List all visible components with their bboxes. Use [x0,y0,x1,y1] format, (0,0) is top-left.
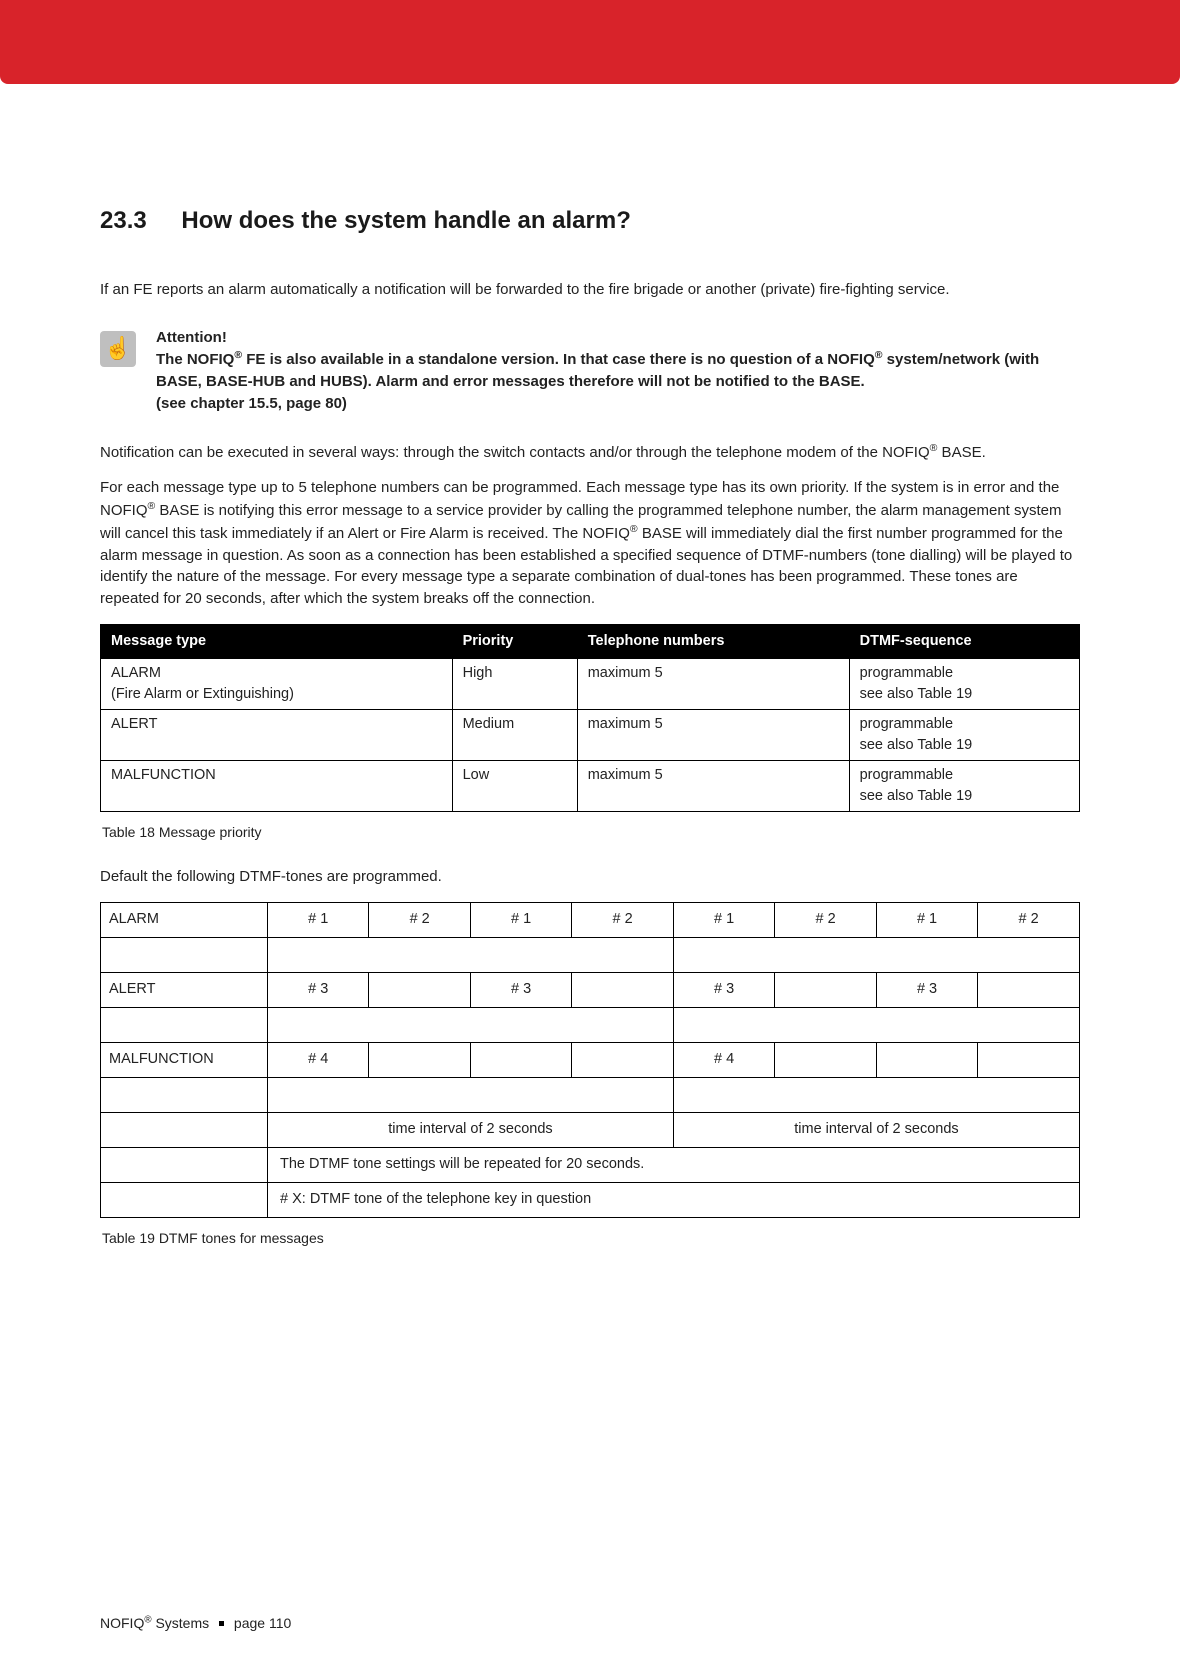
table-row: MALFUNCTION # 4 # 4 [101,1042,1080,1077]
table-row [101,1077,1080,1112]
section-title-text: How does the system handle an alarm? [181,207,630,234]
dtmf-tones-table: ALARM # 1 # 2 # 1 # 2 # 1 # 2 # 1 # 2 AL… [100,902,1080,1218]
priority-explanation-paragraph: For each message type up to 5 telephone … [100,477,1080,610]
notification-paragraph: Notification can be executed in several … [100,441,1080,464]
col-telephone: Telephone numbers [577,624,849,658]
section-heading: 23.3 How does the system handle an alarm… [100,204,1080,239]
page-footer: NOFIQ® Systems page 110 [100,1613,291,1633]
table-row: time interval of 2 seconds time interval… [101,1112,1080,1147]
col-message-type: Message type [101,624,453,658]
separator-square-icon [219,1621,224,1626]
col-priority: Priority [452,624,577,658]
table-row: ALARM # 1 # 2 # 1 # 2 # 1 # 2 # 1 # 2 [101,902,1080,937]
section-number: 23.3 [100,204,147,239]
col-dtmf: DTMF-sequence [849,624,1079,658]
table-row: ALERT Medium maximum 5 programmablesee a… [101,709,1080,760]
message-priority-table: Message type Priority Telephone numbers … [100,624,1080,812]
table-row [101,937,1080,972]
attention-text: Attention! The NOFIQ® FE is also availab… [156,327,1080,415]
dtmf-intro: Default the following DTMF-tones are pro… [100,866,1080,888]
table-19-caption: Table 19 DTMF tones for messages [102,1228,1080,1248]
intro-paragraph: If an FE reports an alarm automatically … [100,279,1080,301]
table-row: ALERT # 3 # 3 # 3 # 3 [101,972,1080,1007]
attention-callout: Attention! The NOFIQ® FE is also availab… [100,327,1080,415]
table-18-caption: Table 18 Message priority [102,822,1080,842]
table-row: ALARM(Fire Alarm or Extinguishing) High … [101,658,1080,709]
table-row: MALFUNCTION Low maximum 5 programmablese… [101,760,1080,811]
page-number: page 110 [234,1615,291,1631]
table-row: # X: DTMF tone of the telephone key in q… [101,1182,1080,1217]
brand-header-bar [0,0,1180,84]
attention-heading: Attention! [156,329,227,346]
pointing-hand-icon [100,331,136,367]
table-row: The DTMF tone settings will be repeated … [101,1147,1080,1182]
table-row [101,1007,1080,1042]
